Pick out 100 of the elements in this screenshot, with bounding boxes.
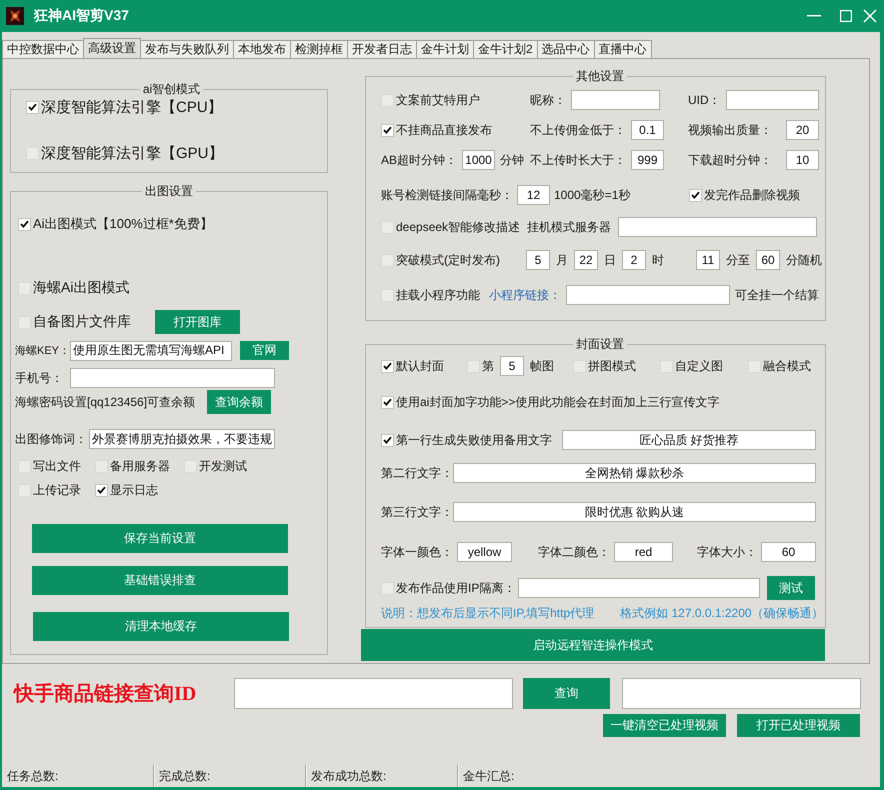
checkbox-label: 使用ai封面加字功能>>使用此功能会在封面加上三行宣传文字 <box>396 394 720 410</box>
tab[interactable]: 金牛计划2 <box>473 40 538 58</box>
checkbox-label: 深度智能算法引擎【GPU】 <box>41 144 224 162</box>
action-button[interactable]: 保存当前设置 <box>32 524 288 553</box>
text-field[interactable]: 60 <box>761 542 816 562</box>
action-button[interactable]: 一键清空已处理视频 <box>603 714 726 737</box>
tab[interactable]: 发布与失败队列 <box>140 40 234 58</box>
checkbox-label: 不挂商品直接发布 <box>396 122 492 138</box>
text-field[interactable]: 全网热销 爆款秒杀 <box>453 463 816 483</box>
text-field[interactable]: yellow <box>457 542 512 562</box>
maximize-icon[interactable] <box>840 10 852 22</box>
number-field[interactable]: 12 <box>517 185 550 205</box>
result-field[interactable] <box>622 678 861 709</box>
action-button[interactable]: 基础错误排查 <box>32 566 288 595</box>
field-label: 可全挂一个结算 <box>735 286 819 304</box>
number-field[interactable]: 22 <box>574 250 598 270</box>
checkbox-label: 备用服务器 <box>110 458 170 474</box>
checkbox[interactable] <box>26 100 39 114</box>
test-button[interactable]: 测试 <box>767 576 815 600</box>
field-label: 出图修饰词： <box>15 430 87 448</box>
tab[interactable]: 检测掉框 <box>290 40 348 58</box>
group-title: 封面设置 <box>575 337 625 351</box>
action-button[interactable]: 清理本地缓存 <box>33 612 289 641</box>
link-input-field[interactable] <box>234 678 513 709</box>
query-title: 快手商品链接查询ID <box>14 682 198 707</box>
status-text: 发布成功总数: <box>311 768 386 784</box>
checkbox-label: deepseek智能修改描述 <box>396 218 520 236</box>
checkbox[interactable] <box>18 218 31 230</box>
tab[interactable]: 开发者日志 <box>347 40 417 58</box>
field-label: 第三行文字： <box>381 504 453 520</box>
remote-mode-button[interactable]: 启动远程智连操作模式 <box>361 629 825 661</box>
number-field[interactable]: 60 <box>756 250 780 270</box>
checkbox-label: 默认封面 <box>396 358 444 374</box>
number-field[interactable]: 20 <box>786 120 819 140</box>
checkbox[interactable] <box>381 396 394 408</box>
number-field[interactable]: 1000 <box>462 150 496 170</box>
number-field[interactable]: 999 <box>631 150 664 170</box>
number-field[interactable]: 5 <box>526 250 550 270</box>
checkbox-label: 文案前艾特用户 <box>396 92 480 108</box>
tab[interactable]: 中控数据中心 <box>2 40 84 58</box>
checkbox-label: 开发测试 <box>199 458 247 474</box>
link-label[interactable]: 小程序链接： <box>489 286 561 304</box>
text-field[interactable]: 限时优惠 欲购从速 <box>453 502 816 522</box>
window-title: 狂神AI智剪V37 <box>34 7 129 25</box>
checkbox[interactable] <box>381 360 394 372</box>
field-label: 挂机模式服务器 <box>527 218 611 236</box>
field-label: 日 <box>604 252 616 268</box>
checkbox[interactable] <box>381 434 394 446</box>
checkbox-label: Ai出图模式【100%过框*免费】 <box>33 215 213 233</box>
checkbox-label: 发布作品使用IP隔离： <box>396 580 516 596</box>
checkbox-label: 写出文件 <box>33 458 81 474</box>
checkbox-label: 发完作品删除视频 <box>704 186 800 204</box>
checkbox[interactable] <box>689 188 702 202</box>
field-label: 视频输出质量： <box>688 122 772 138</box>
checkbox-label: 显示日志 <box>110 482 158 498</box>
checkbox-label: 上传记录 <box>33 482 81 498</box>
field-label: 手机号： <box>15 370 64 386</box>
close-icon[interactable] <box>863 9 877 23</box>
field-label: 下载超时分钟： <box>688 152 772 168</box>
minimize-icon[interactable] <box>807 15 821 17</box>
field-label: 不上传时长大于： <box>530 152 626 168</box>
text-field[interactable] <box>571 90 660 110</box>
number-field[interactable]: 2 <box>622 250 646 270</box>
app-logo-icon <box>6 7 24 25</box>
number-field[interactable]: 10 <box>786 150 819 170</box>
tab[interactable]: 直播中心 <box>594 40 652 58</box>
text-field[interactable]: 使用原生图无需填写海螺API <box>70 340 232 360</box>
field-label: AB超时分钟： <box>381 152 458 168</box>
checkbox-label: 自定义图 <box>675 358 723 374</box>
hint-text: 说明：想发布后显示不同IP,填写http代理 <box>381 605 594 622</box>
number-field[interactable]: 11 <box>696 250 720 270</box>
text-field[interactable]: red <box>614 542 673 562</box>
action-button[interactable]: 打开已处理视频 <box>737 714 860 737</box>
checkbox-label: 深度智能算法引擎【CPU】 <box>41 98 223 116</box>
text-field[interactable] <box>518 578 760 598</box>
field-label: 月 <box>556 252 568 268</box>
text-field[interactable]: 外景赛博朋克拍摄效果，不要违规 <box>89 429 275 449</box>
check-balance-button[interactable]: 查询余额 <box>207 390 272 414</box>
number-field[interactable]: 0.1 <box>631 120 664 140</box>
text-field[interactable] <box>726 90 819 110</box>
tab[interactable]: 本地发布 <box>233 40 291 58</box>
checkbox[interactable] <box>381 124 394 136</box>
field-label: 字体大小： <box>697 544 757 560</box>
number-field[interactable]: 5 <box>500 356 524 376</box>
field-label: 分至 <box>726 252 750 268</box>
checkbox[interactable] <box>95 484 108 496</box>
text-field[interactable] <box>566 285 730 305</box>
checkbox-label: 拼图模式 <box>588 358 636 374</box>
query-button[interactable]: 查询 <box>523 678 610 709</box>
tab[interactable]: 金牛计划 <box>416 40 474 58</box>
text-field[interactable] <box>618 217 817 237</box>
field-label: 帧图 <box>530 358 554 374</box>
field-label: 字体二颜色： <box>538 544 610 560</box>
checkbox-label: 第 <box>482 358 494 374</box>
website-button[interactable]: 官网 <box>240 341 289 360</box>
field-label: 不上传佣金低于： <box>530 122 626 138</box>
phone-field[interactable] <box>70 368 275 388</box>
open-gallery-button[interactable]: 打开图库 <box>155 310 240 334</box>
text-field[interactable]: 匠心品质 好货推荐 <box>562 430 816 450</box>
tab[interactable]: 选品中心 <box>536 40 595 58</box>
